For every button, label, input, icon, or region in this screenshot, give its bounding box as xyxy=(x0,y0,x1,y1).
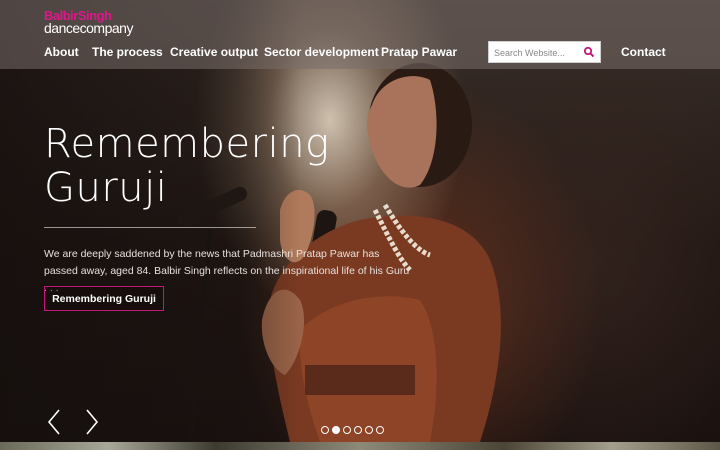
carousel-dot[interactable] xyxy=(321,426,329,434)
brand-logo[interactable]: BalbirSingh dancecompany xyxy=(44,9,133,36)
carousel-dot[interactable] xyxy=(343,426,351,434)
nav-item-sector-development[interactable]: Sector development xyxy=(264,45,379,59)
search-icon[interactable] xyxy=(583,46,595,58)
nav-item-the-process[interactable]: The process xyxy=(92,45,163,59)
carousel-dots xyxy=(321,426,384,434)
nav-item-about[interactable]: About xyxy=(44,45,79,59)
search-input[interactable] xyxy=(494,46,582,59)
hero-title: Remembering Guruji xyxy=(44,122,344,210)
hero-title-line2: Guruji xyxy=(44,165,168,211)
carousel-dot[interactable] xyxy=(365,426,373,434)
carousel-dot[interactable] xyxy=(354,426,362,434)
brand-name-line2: dancecompany xyxy=(44,20,133,36)
hero-title-line1: Remembering xyxy=(44,121,330,167)
carousel-dot[interactable] xyxy=(376,426,384,434)
chevron-left-icon[interactable] xyxy=(46,408,62,436)
site-header: BalbirSingh dancecompany About The proce… xyxy=(0,0,720,69)
search-box xyxy=(488,41,601,63)
chevron-right-icon[interactable] xyxy=(84,408,100,436)
next-section-preview xyxy=(0,442,720,450)
remembering-guruji-button[interactable]: Remembering Guruji xyxy=(44,286,164,311)
nav-item-creative-output[interactable]: Creative output xyxy=(170,45,258,59)
hero-divider xyxy=(44,227,256,228)
carousel-dot-active[interactable] xyxy=(332,426,340,434)
nav-item-pratap-pawar[interactable]: Pratap Pawar xyxy=(381,45,457,59)
nav-item-contact[interactable]: Contact xyxy=(621,45,666,59)
